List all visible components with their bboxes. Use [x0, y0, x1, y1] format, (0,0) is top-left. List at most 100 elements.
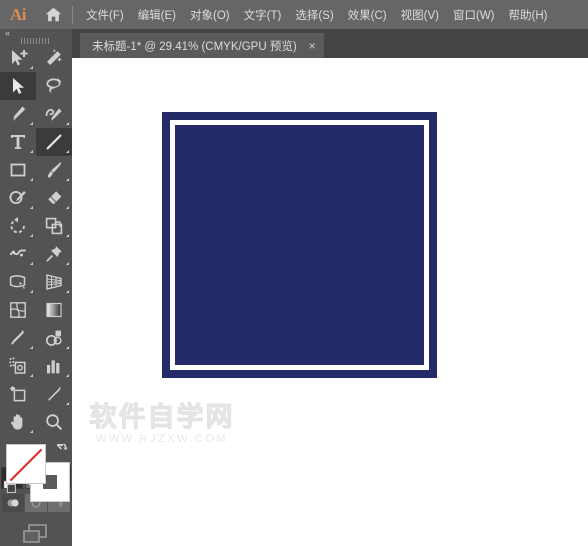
menu-view[interactable]: 视图(V)	[394, 3, 446, 27]
document-tab-bar: 未标题-1* @ 29.41% (CMYK/GPU 预览) ×	[72, 29, 588, 58]
fill-stroke-controls	[0, 442, 72, 502]
document-tab[interactable]: 未标题-1* @ 29.41% (CMYK/GPU 预览) ×	[80, 33, 324, 58]
bar-chart-icon	[47, 360, 60, 374]
zoom-tool[interactable]	[36, 408, 72, 436]
watermark-url-text: WWW.RJZXW.COM	[95, 433, 229, 445]
column-graph-tool[interactable]	[36, 352, 72, 380]
menu-object[interactable]: 对象(O)	[183, 3, 237, 27]
flyout-corner-icon	[30, 150, 33, 153]
home-icon	[45, 7, 61, 22]
mesh-icon	[10, 302, 26, 318]
shaper-tool[interactable]	[0, 184, 36, 212]
home-button[interactable]	[36, 7, 70, 22]
pen-icon	[13, 106, 26, 121]
blend-tool[interactable]	[36, 324, 72, 352]
lasso-tool[interactable]	[36, 72, 72, 100]
symbol-sprayer-icon	[9, 357, 26, 374]
menu-type[interactable]: 文字(T)	[237, 3, 289, 27]
arrow-icon	[13, 78, 24, 94]
flyout-corner-icon	[66, 234, 69, 237]
screen-mode-icon	[23, 524, 47, 543]
flyout-corner-icon	[66, 150, 69, 153]
flyout-corner-icon	[30, 346, 33, 349]
pen-tool[interactable]	[0, 100, 36, 128]
line-segment-tool[interactable]	[36, 128, 72, 156]
perspective-grid-tool[interactable]	[36, 268, 72, 296]
width-warp-icon	[9, 249, 27, 257]
width-tool[interactable]	[0, 240, 36, 268]
screen-mode-button[interactable]	[0, 522, 72, 546]
artboard-tool[interactable]	[0, 380, 36, 408]
eraser-tool[interactable]	[36, 184, 72, 212]
flyout-corner-icon	[30, 122, 33, 125]
fill-swatch[interactable]	[6, 444, 46, 484]
gradient-icon	[46, 302, 62, 318]
eraser-icon	[48, 191, 62, 205]
flyout-corner-icon	[66, 206, 69, 209]
magic-wand-icon	[47, 49, 62, 65]
canvas-area[interactable]: 软件自学网 WWW.RJZXW.COM	[72, 58, 588, 546]
lasso-icon	[46, 78, 62, 93]
selection-tool[interactable]	[0, 72, 36, 100]
menu-help[interactable]: 帮助(H)	[502, 3, 555, 27]
flyout-corner-icon	[30, 262, 33, 265]
pushpin-icon	[46, 246, 62, 262]
tool-panel: «	[0, 29, 72, 546]
navy-square-with-white-inner-border[interactable]	[162, 112, 437, 378]
tool-panel-header[interactable]: «	[0, 29, 72, 38]
scale-tool[interactable]	[36, 212, 72, 240]
app-logo: Ai	[10, 4, 27, 24]
artboard-icon	[10, 386, 26, 402]
paintbrush-tool[interactable]	[36, 156, 72, 184]
line-icon	[46, 134, 62, 150]
gradient-tool[interactable]	[36, 296, 72, 324]
flyout-corner-icon	[66, 346, 69, 349]
curvature-tool[interactable]	[36, 100, 72, 128]
scale-icon	[45, 217, 63, 235]
flyout-corner-icon	[30, 178, 33, 181]
menu-select[interactable]: 选择(S)	[288, 3, 340, 27]
curvature-icon	[45, 108, 62, 121]
flyout-corner-icon	[66, 374, 69, 377]
magic-wand-tool[interactable]	[36, 44, 72, 72]
slice-knife-icon	[48, 386, 61, 401]
artwork-inner-frame	[170, 120, 429, 370]
flyout-corner-icon	[66, 402, 69, 405]
perspective-grid-icon	[46, 274, 62, 290]
arrow-plus-icon	[12, 50, 28, 66]
mesh-tool[interactable]	[0, 296, 36, 324]
hand-tool[interactable]	[0, 408, 36, 436]
swap-fill-stroke-icon[interactable]	[54, 442, 68, 456]
flyout-corner-icon	[66, 122, 69, 125]
draw-normal-icon	[7, 499, 19, 507]
rectangle-icon	[10, 163, 26, 177]
rotate-icon	[10, 217, 25, 234]
menu-edit[interactable]: 编辑(E)	[131, 3, 183, 27]
rotate-tool[interactable]	[0, 212, 36, 240]
menu-effect[interactable]: 效果(C)	[341, 3, 394, 27]
free-transform-icon	[9, 275, 26, 289]
close-icon[interactable]: ×	[309, 40, 316, 52]
watermark-chinese-text: 软件自学网	[89, 402, 235, 433]
menu-window[interactable]: 窗口(W)	[446, 3, 502, 27]
flyout-corner-icon	[66, 290, 69, 293]
shaper-pencil-icon	[9, 191, 26, 204]
blend-icon	[45, 330, 62, 346]
selection-plus-tool[interactable]	[0, 44, 36, 72]
tool-grid	[0, 44, 72, 436]
flyout-corner-icon	[66, 262, 69, 265]
rectangle-tool[interactable]	[0, 156, 36, 184]
draw-normal-button[interactable]	[2, 494, 24, 512]
slice-tool[interactable]	[36, 380, 72, 408]
menu-file[interactable]: 文件(F)	[79, 3, 131, 27]
eyedropper-tool[interactable]	[0, 324, 36, 352]
flyout-corner-icon	[30, 234, 33, 237]
puppet-warp-tool[interactable]	[36, 240, 72, 268]
type-tool[interactable]	[0, 128, 36, 156]
workspace: « 未标题-1* @ 29.41% (CMYK/GPU 预览) × 软件自学网 …	[0, 29, 588, 546]
collapse-chevron-icon[interactable]: «	[5, 29, 10, 38]
symbol-sprayer-tool[interactable]	[0, 352, 36, 380]
illustrator-window: Ai 文件(F) 编辑(E) 对象(O) 文字(T) 选择(S) 效果(C) 视…	[0, 0, 588, 546]
free-transform-tool[interactable]	[0, 268, 36, 296]
watermark: 软件自学网 WWW.RJZXW.COM	[72, 402, 252, 446]
